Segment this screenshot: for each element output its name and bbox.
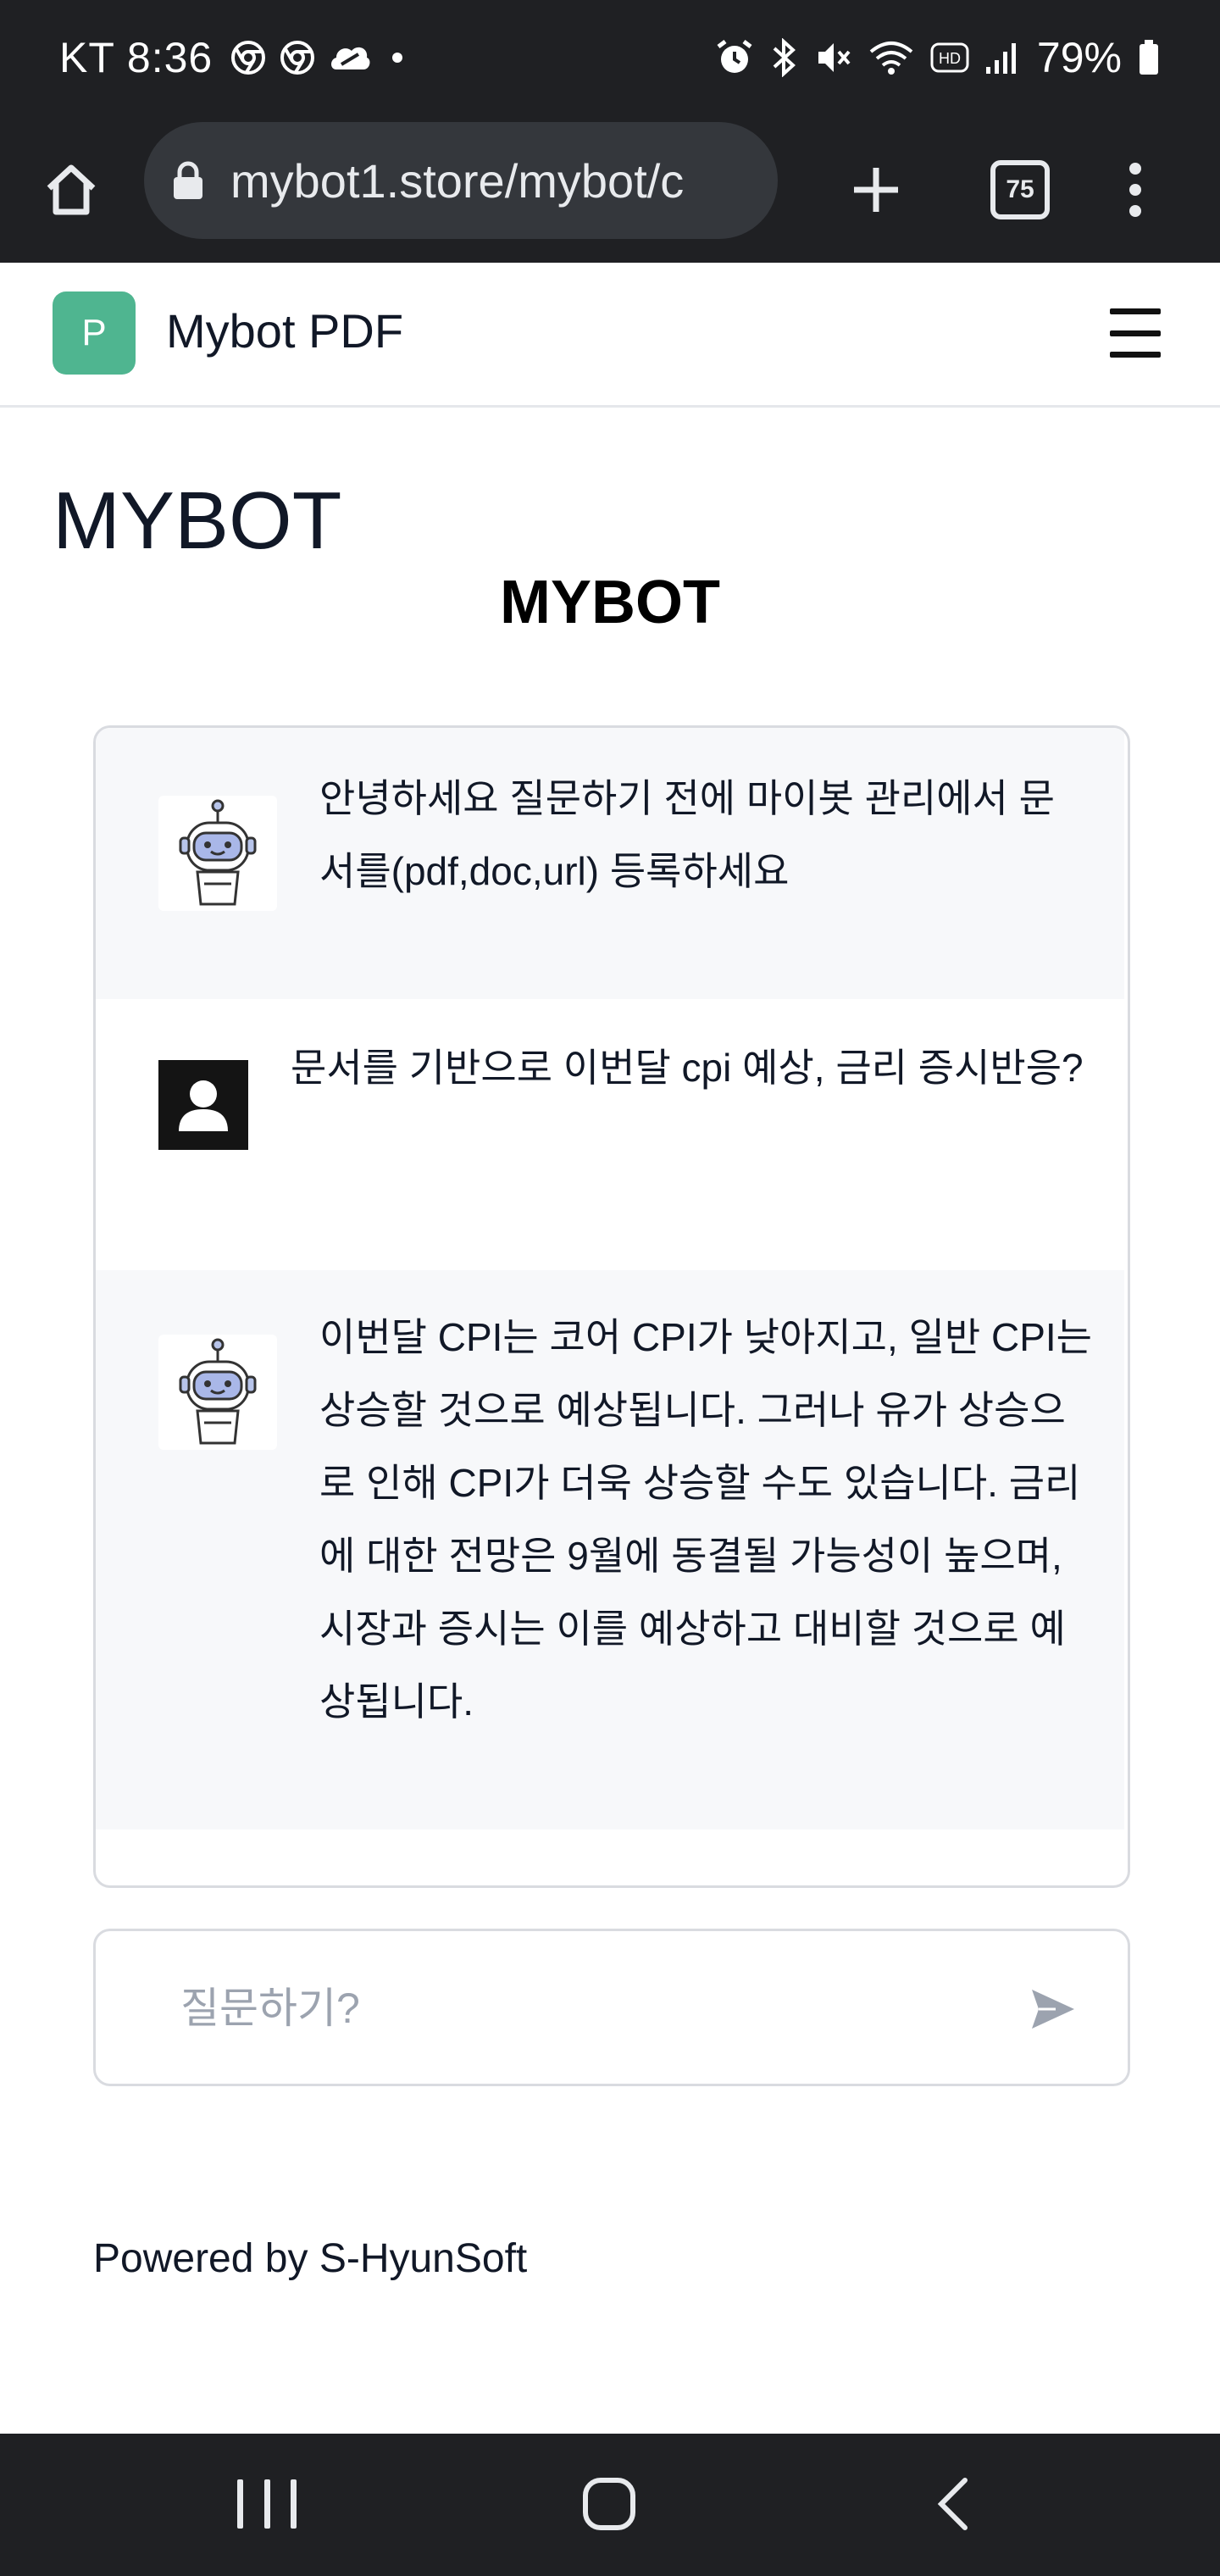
user-message: 문서를 기반으로 이번달 cpi 예상, 금리 증시반응? [96,999,1124,1270]
footer-credit: Powered by S-HyunSoft [93,2236,528,2281]
question-input-container [93,1929,1130,2086]
dot-icon [392,53,403,63]
home-nav-icon[interactable] [580,2474,639,2534]
robot-avatar-icon [158,796,277,911]
send-icon [1032,1990,1074,2029]
site-logo[interactable]: P [53,291,136,375]
back-icon[interactable] [923,2474,983,2534]
plus-icon [854,168,898,212]
question-input[interactable] [179,1965,945,2051]
site-title[interactable]: Mybot PDF [166,303,403,358]
lock-icon [171,160,205,201]
more-vert-icon [1129,163,1141,217]
chrome-icon [230,39,267,76]
mute-icon [813,38,852,77]
message-text: 이번달 CPI는 코어 CPI가 낮아지고, 일반 CPI는 상승할 것으로 예… [319,1315,1092,1724]
bot-message: 안녕하세요 질문하기 전에 마이봇 관리에서 문서를(pdf,doc,url) … [96,728,1124,999]
send-button[interactable] [1019,1977,1087,2041]
hamburger-menu-icon[interactable] [1110,308,1161,358]
bot-message: 이번달 CPI는 코어 CPI가 낮아지고, 일반 CPI는 상승할 것으로 예… [96,1270,1124,1829]
address-bar[interactable]: mybot1.store/mybot/c [144,122,778,239]
signal-icon [984,38,1018,77]
status-bar: KT 8:36 HD 79% [0,0,1220,117]
carrier-time: KT 8:36 [59,34,214,81]
tab-switcher-button[interactable]: 75 [983,153,1057,227]
user-avatar-icon [158,1060,248,1150]
page-title: MYBOT [53,475,342,566]
home-icon [47,164,96,215]
robot-avatar-icon [158,1335,277,1450]
browser-home-button[interactable] [34,153,108,227]
url-text: mybot1.store/mybot/c [230,153,685,208]
bluetooth-icon [769,38,798,77]
cloud-icon [328,39,372,76]
new-tab-button[interactable] [839,153,913,227]
message-text: 안녕하세요 질문하기 전에 마이봇 관리에서 문서를(pdf,doc,url) … [319,776,1055,893]
tab-count: 75 [990,160,1050,219]
system-nav-bar [0,2434,1220,2576]
page-subtitle: MYBOT [500,569,720,636]
svg-text:HD: HD [939,50,961,67]
hd-icon: HD [930,41,969,75]
site-header: P Mybot PDF [0,264,1220,408]
wifi-icon [868,38,915,77]
battery-percent: 79% [1036,34,1122,81]
recents-icon[interactable] [237,2474,297,2534]
browser-menu-button[interactable] [1098,153,1173,227]
chrome-icon [279,39,316,76]
browser-toolbar: mybot1.store/mybot/c 75 [0,117,1220,263]
alarm-icon [715,38,754,77]
battery-icon [1137,38,1161,77]
message-text: 문서를 기반으로 이번달 cpi 예상, 금리 증시반응? [291,1046,1084,1090]
chat-history[interactable]: 안녕하세요 질문하기 전에 마이봇 관리에서 문서를(pdf,doc,url) … [93,725,1130,1888]
